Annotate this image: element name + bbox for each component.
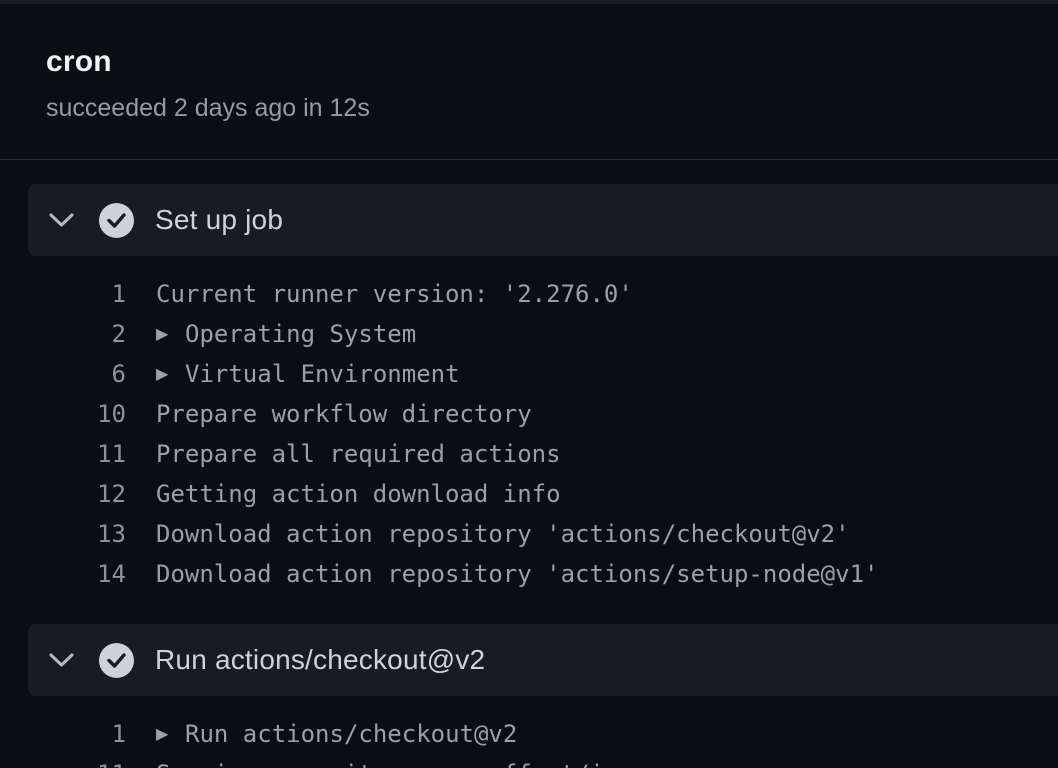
log-lines: 1 ▶Run actions/checkout@v2 11 Syncing re…	[0, 714, 1058, 768]
log-section: Run actions/checkout@v2 1 ▶Run actions/c…	[0, 624, 1058, 768]
log-row: 12 Getting action download info	[0, 474, 1058, 514]
log-row: 14 Download action repository 'actions/s…	[0, 554, 1058, 594]
log-row: 11 Syncing repository: zeroffset/ios	[0, 754, 1058, 768]
line-text-content: Syncing repository: zeroffset/ios	[156, 760, 633, 768]
log-lines: 1 Current runner version: '2.276.0' 2 ▶O…	[0, 274, 1058, 594]
line-number[interactable]: 6	[0, 360, 126, 388]
log-row: 1 ▶Run actions/checkout@v2	[0, 714, 1058, 754]
log-row: 11 Prepare all required actions	[0, 434, 1058, 474]
line-number[interactable]: 13	[0, 520, 126, 548]
log-row: 6 ▶Virtual Environment	[0, 354, 1058, 394]
line-text[interactable]: ▶Operating System	[126, 320, 416, 348]
group-triangle-icon[interactable]: ▶	[156, 724, 185, 743]
log-row: 1 Current runner version: '2.276.0'	[0, 274, 1058, 314]
line-number[interactable]: 14	[0, 560, 126, 588]
line-text-content: Prepare all required actions	[156, 440, 561, 468]
line-number[interactable]: 1	[0, 280, 126, 308]
line-number[interactable]: 2	[0, 320, 126, 348]
line-number[interactable]: 1	[0, 720, 126, 748]
line-text: Getting action download info	[126, 480, 561, 508]
line-text-content: Run actions/checkout@v2	[185, 720, 517, 748]
log-row: 2 ▶Operating System	[0, 314, 1058, 354]
line-number[interactable]: 11	[0, 760, 126, 768]
line-text: Download action repository 'actions/chec…	[126, 520, 850, 548]
line-text-content: Current runner version: '2.276.0'	[156, 280, 633, 308]
line-number[interactable]: 10	[0, 400, 126, 428]
line-number[interactable]: 11	[0, 440, 126, 468]
line-text-content: Virtual Environment	[185, 360, 460, 388]
line-text: Current runner version: '2.276.0'	[126, 280, 633, 308]
success-check-icon	[99, 643, 134, 678]
line-text-content: Download action repository 'actions/chec…	[156, 520, 850, 548]
log-row: 10 Prepare workflow directory	[0, 394, 1058, 434]
line-text-content: Operating System	[185, 320, 416, 348]
group-triangle-icon[interactable]: ▶	[156, 324, 185, 343]
log-section: Set up job 1 Current runner version: '2.…	[0, 184, 1058, 594]
section-header-bar[interactable]: Set up job	[28, 184, 1058, 256]
line-text[interactable]: ▶Run actions/checkout@v2	[126, 720, 517, 748]
line-text-content: Getting action download info	[156, 480, 561, 508]
section-header-bar[interactable]: Run actions/checkout@v2	[28, 624, 1058, 696]
line-text-content: Download action repository 'actions/setu…	[156, 560, 878, 588]
chevron-down-icon[interactable]	[48, 647, 75, 674]
line-text[interactable]: ▶Virtual Environment	[126, 360, 460, 388]
line-number[interactable]: 12	[0, 480, 126, 508]
log-container: Set up job 1 Current runner version: '2.…	[0, 160, 1058, 768]
success-check-icon	[99, 203, 134, 238]
log-row: 13 Download action repository 'actions/c…	[0, 514, 1058, 554]
line-text-content: Prepare workflow directory	[156, 400, 532, 428]
line-text: Download action repository 'actions/setu…	[126, 560, 878, 588]
section-title: Run actions/checkout@v2	[155, 644, 485, 676]
chevron-down-icon[interactable]	[48, 207, 75, 234]
section-title: Set up job	[155, 204, 283, 236]
job-header: cron succeeded 2 days ago in 12s	[0, 4, 1058, 123]
line-text: Prepare all required actions	[126, 440, 561, 468]
job-status-summary: succeeded 2 days ago in 12s	[46, 93, 1012, 123]
line-text: Prepare workflow directory	[126, 400, 532, 428]
line-text: Syncing repository: zeroffset/ios	[126, 760, 633, 768]
group-triangle-icon[interactable]: ▶	[156, 364, 185, 383]
job-title: cron	[46, 44, 1012, 80]
